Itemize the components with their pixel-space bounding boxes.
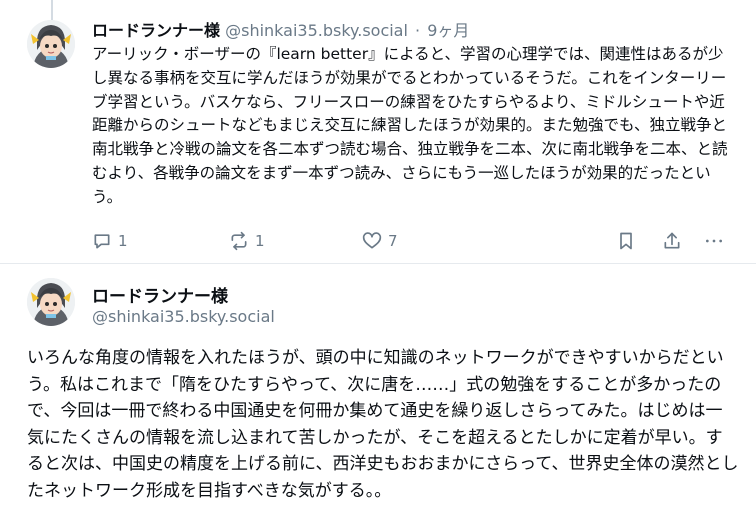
avatar[interactable]	[27, 278, 75, 326]
repost-icon	[231, 231, 247, 251]
avatar[interactable]	[27, 20, 75, 68]
reply-count: 1	[118, 232, 128, 250]
separator-dot: ·	[415, 21, 421, 40]
avatar-image	[27, 20, 75, 68]
like-icon	[362, 232, 382, 249]
repost-button[interactable]: 1	[229, 229, 265, 253]
post-time[interactable]: 9ヶ月	[427, 21, 469, 40]
repost-count: 1	[255, 232, 265, 250]
user-handle[interactable]: @shinkai35.bsky.social	[92, 307, 275, 326]
post-main: ロードランナー様 @shinkai35.bsky.social いろんな角度の情…	[0, 264, 756, 515]
post-header: ロードランナー様 @shinkai35.bsky.social · 9ヶ月	[92, 17, 469, 41]
bookmark-icon	[620, 232, 632, 250]
post-text: いろんな角度の情報を入れたほうが、頭の中に知識のネットワークができやすいからだと…	[27, 348, 739, 501]
more-icon	[706, 239, 722, 243]
share-button[interactable]	[662, 229, 682, 253]
avatar-image	[27, 278, 75, 326]
bookmark-button[interactable]	[616, 229, 636, 253]
user-handle[interactable]: @shinkai35.bsky.social	[225, 21, 408, 40]
reply-button[interactable]: 1	[92, 229, 128, 253]
display-name[interactable]: ロードランナー様	[92, 282, 228, 307]
like-count: 7	[388, 232, 398, 250]
post-parent[interactable]: ロードランナー様 @shinkai35.bsky.social · 9ヶ月 アー…	[0, 0, 756, 263]
share-icon	[664, 232, 680, 249]
display-name[interactable]: ロードランナー様	[92, 21, 220, 40]
like-button[interactable]: 7	[362, 229, 398, 253]
post-text: アーリック・ボーザーの『learn better』によると、学習の心理学では、関…	[92, 45, 728, 206]
more-options-button[interactable]	[704, 229, 724, 253]
post-actions: 1 1 7	[92, 229, 742, 253]
reply-icon	[94, 234, 110, 249]
